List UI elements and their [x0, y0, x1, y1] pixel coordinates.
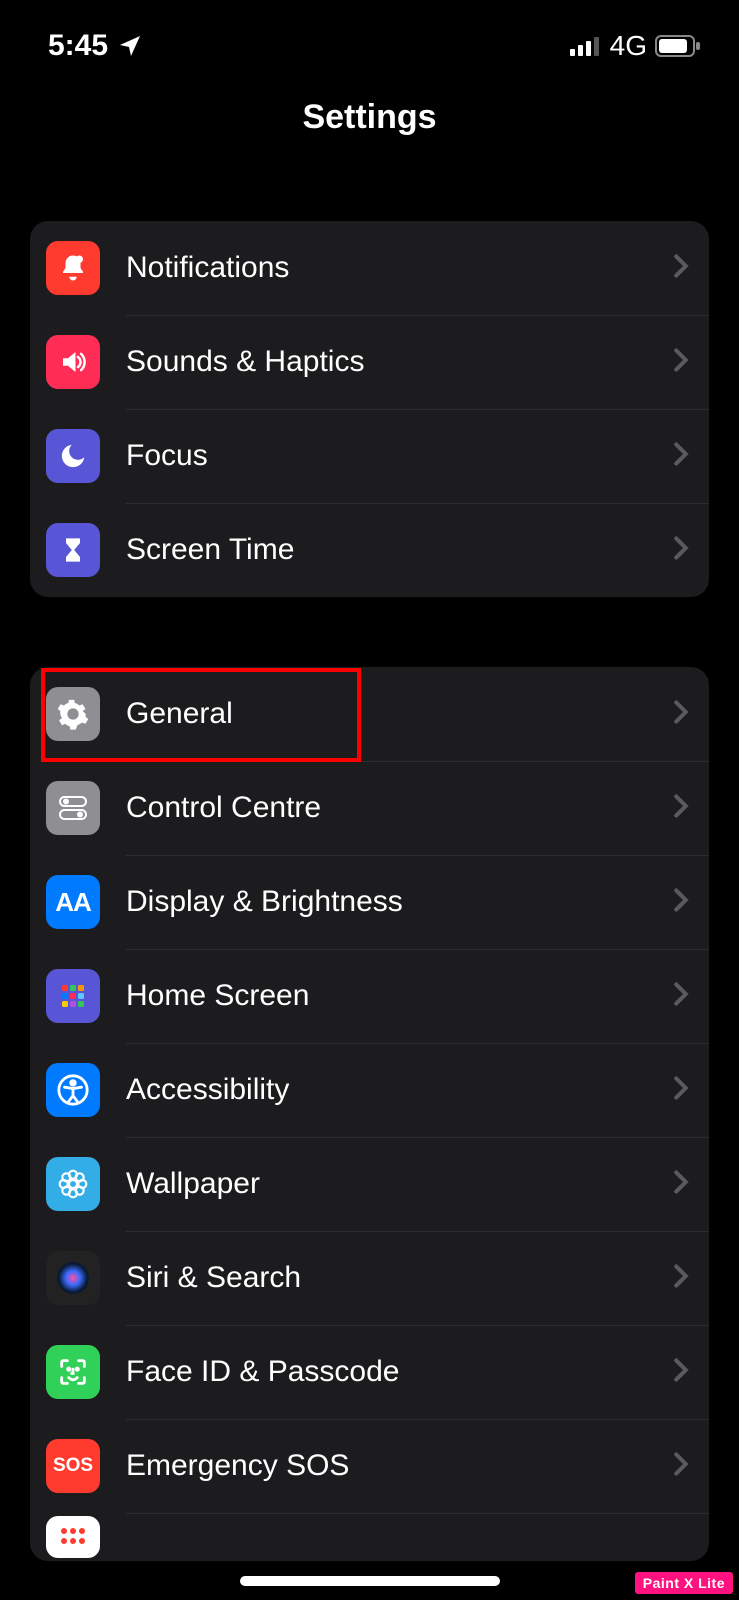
settings-row-emergencysos[interactable]: SOS Emergency SOS [30, 1419, 709, 1513]
siri-icon [46, 1251, 100, 1305]
chevron-right-icon [673, 793, 689, 824]
row-label: Accessibility [126, 1073, 673, 1107]
settings-section: Notifications Sounds & Haptics Focus Scr… [30, 221, 709, 597]
settings-section: General Control Centre AA Display & Brig… [30, 667, 709, 1561]
status-bar: 5:45 4G [0, 0, 739, 70]
settings-row-general[interactable]: General [30, 667, 709, 761]
row-label: Control Centre [126, 791, 673, 825]
speaker-icon [46, 335, 100, 389]
chevron-right-icon [673, 1075, 689, 1106]
row-label: Home Screen [126, 979, 673, 1013]
flower-icon [46, 1157, 100, 1211]
status-right: 4G [570, 30, 701, 62]
page-title: Settings [0, 98, 739, 137]
battery-icon [655, 35, 701, 57]
watermark: Paint X Lite [635, 1572, 733, 1594]
sos-icon: SOS [46, 1439, 100, 1493]
gear-icon [46, 687, 100, 741]
row-label: General [126, 697, 673, 731]
bell-icon [46, 241, 100, 295]
status-time: 5:45 [48, 29, 108, 63]
moon-icon [46, 429, 100, 483]
faceid-icon [46, 1345, 100, 1399]
settings-row-controlcentre[interactable]: Control Centre [30, 761, 709, 855]
settings-row-partial[interactable] [30, 1513, 709, 1561]
row-label: Emergency SOS [126, 1449, 673, 1483]
chevron-right-icon [673, 1169, 689, 1200]
row-label: Wallpaper [126, 1167, 673, 1201]
settings-row-homescreen[interactable]: Home Screen [30, 949, 709, 1043]
chevron-right-icon [673, 887, 689, 918]
row-label: Face ID & Passcode [126, 1355, 673, 1389]
settings-row-screentime[interactable]: Screen Time [30, 503, 709, 597]
location-icon [118, 34, 142, 58]
settings-row-siri[interactable]: Siri & Search [30, 1231, 709, 1325]
grid-icon [46, 969, 100, 1023]
toggles-icon [46, 781, 100, 835]
status-left: 5:45 [48, 29, 142, 63]
row-label: Notifications [126, 251, 673, 285]
settings-row-focus[interactable]: Focus [30, 409, 709, 503]
settings-row-display[interactable]: AA Display & Brightness [30, 855, 709, 949]
chevron-right-icon [673, 441, 689, 472]
row-label: Siri & Search [126, 1261, 673, 1295]
chevron-right-icon [673, 347, 689, 378]
settings-row-sounds[interactable]: Sounds & Haptics [30, 315, 709, 409]
settings-row-accessibility[interactable]: Accessibility [30, 1043, 709, 1137]
row-label: Focus [126, 439, 673, 473]
settings-row-notifications[interactable]: Notifications [30, 221, 709, 315]
chevron-right-icon [673, 1451, 689, 1482]
home-indicator[interactable] [240, 1576, 500, 1586]
chevron-right-icon [673, 535, 689, 566]
settings-row-faceid[interactable]: Face ID & Passcode [30, 1325, 709, 1419]
cellular-signal-icon [570, 36, 602, 56]
network-label: 4G [610, 30, 647, 62]
settings-content: Notifications Sounds & Haptics Focus Scr… [0, 221, 739, 1561]
chevron-right-icon [673, 981, 689, 1012]
row-label: Display & Brightness [126, 885, 673, 919]
header: Settings [0, 70, 739, 171]
hourglass-icon [46, 523, 100, 577]
chevron-right-icon [673, 253, 689, 284]
row-label: Screen Time [126, 533, 673, 567]
settings-row-wallpaper[interactable]: Wallpaper [30, 1137, 709, 1231]
chevron-right-icon [673, 1263, 689, 1294]
row-label: Sounds & Haptics [126, 345, 673, 379]
chevron-right-icon [673, 699, 689, 730]
app-icon [46, 1516, 100, 1558]
accessibility-icon [46, 1063, 100, 1117]
chevron-right-icon [673, 1357, 689, 1388]
aa-icon: AA [46, 875, 100, 929]
